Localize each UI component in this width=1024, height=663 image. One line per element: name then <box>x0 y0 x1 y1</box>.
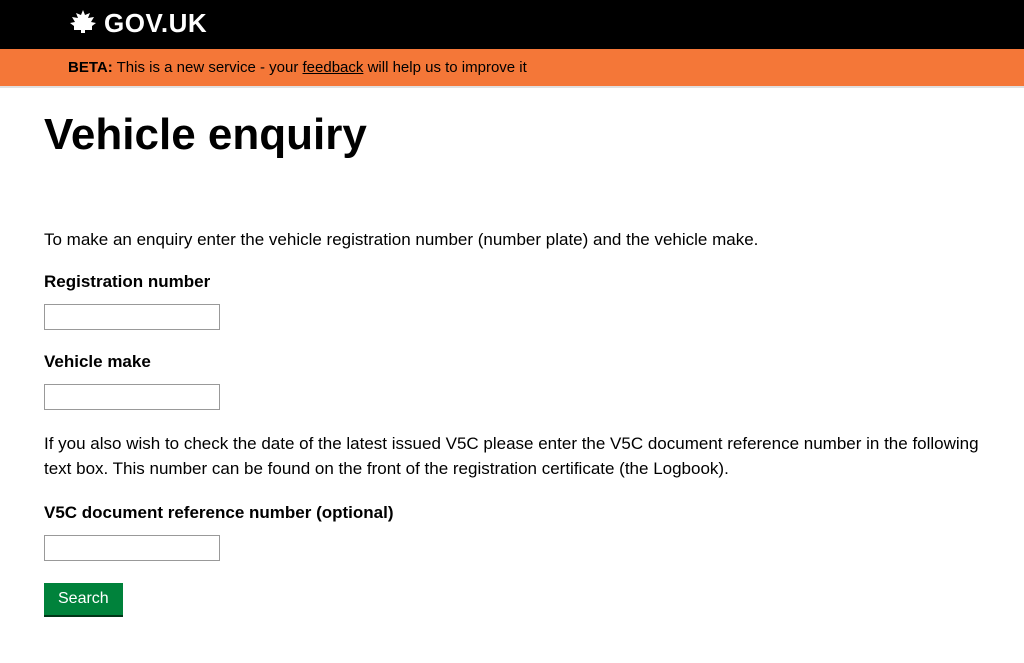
main-content: Vehicle enquiry To make an enquiry enter… <box>0 88 1024 645</box>
govuk-logo-text[interactable]: GOV.UK <box>104 8 207 39</box>
feedback-link[interactable]: feedback <box>303 59 364 76</box>
header-inner: GOV.UK <box>0 8 1024 39</box>
beta-label: BETA: <box>68 59 113 76</box>
crown-icon <box>68 8 98 39</box>
banner-text-before: This is a new service - your <box>113 59 303 76</box>
beta-banner: BETA: This is a new service - your feedb… <box>0 49 1024 88</box>
site-header: GOV.UK <box>0 0 1024 49</box>
v5c-help-text: If you also wish to check the date of th… <box>44 432 980 481</box>
search-button[interactable]: Search <box>44 583 123 615</box>
v5c-reference-label: V5C document reference number (optional) <box>44 503 980 523</box>
vehicle-make-label: Vehicle make <box>44 352 980 372</box>
v5c-reference-input[interactable] <box>44 535 220 561</box>
vehicle-make-input[interactable] <box>44 384 220 410</box>
banner-text-after: will help us to improve it <box>363 59 526 76</box>
page-title: Vehicle enquiry <box>44 110 980 160</box>
registration-number-input[interactable] <box>44 304 220 330</box>
registration-number-label: Registration number <box>44 272 980 292</box>
intro-text: To make an enquiry enter the vehicle reg… <box>44 230 980 250</box>
